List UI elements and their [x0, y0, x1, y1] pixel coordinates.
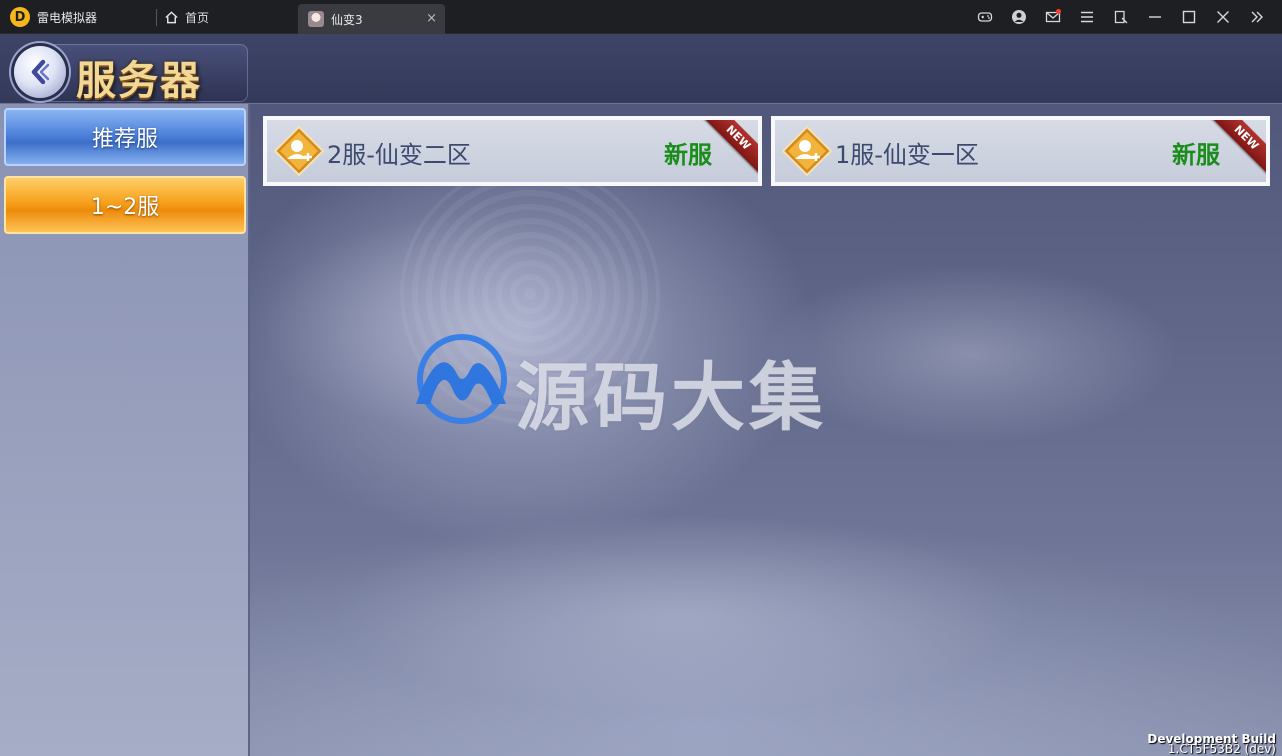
watermark: 源码大集	[410, 332, 870, 441]
resize-icon[interactable]	[1104, 0, 1138, 34]
tab-close-icon[interactable]: ×	[426, 11, 437, 26]
server-avatar-icon	[273, 125, 325, 177]
tab-home-label: 首页	[185, 10, 210, 25]
watermark-logo-icon	[416, 334, 507, 424]
server-group-sidebar: 推荐服 1~2服	[0, 104, 250, 756]
sidebar-item-recommended[interactable]: 推荐服	[4, 108, 246, 166]
maximize-icon[interactable]	[1172, 0, 1206, 34]
build-label: Development Build	[1147, 732, 1276, 746]
watermark-text: 源码大集	[515, 355, 827, 441]
app-logo-icon: D	[10, 7, 30, 27]
server-avatar-icon	[781, 125, 833, 177]
server-card[interactable]: 2服-仙变二区 新服 NEW	[263, 116, 762, 186]
tab-game-label: 仙变3	[331, 12, 363, 27]
tab-game[interactable]: 仙变3 ×	[298, 4, 445, 34]
mail-icon[interactable]	[1036, 0, 1070, 34]
notification-dot	[1056, 9, 1061, 14]
gamepad-icon[interactable]	[968, 0, 1002, 34]
tab-separator	[156, 9, 157, 26]
chevron-left-icon	[31, 59, 50, 85]
close-icon[interactable]	[1206, 0, 1240, 34]
server-status: 新服	[664, 141, 712, 169]
window-controls	[968, 0, 1274, 34]
expand-icon[interactable]	[1240, 0, 1274, 34]
server-name: 1服-仙变一区	[835, 141, 979, 169]
account-icon[interactable]	[1002, 0, 1036, 34]
game-viewport: 服务器 推荐服 1~2服 2服-仙变二区 新服 NEW 1服-仙变一区 新服 N…	[0, 34, 1282, 756]
minimize-icon[interactable]	[1138, 0, 1172, 34]
page-title: 服务器	[76, 57, 202, 104]
sidebar-item-server-range[interactable]: 1~2服	[4, 176, 246, 234]
server-status: 新服	[1172, 141, 1220, 169]
game-app-icon	[308, 11, 324, 27]
app-name: 雷电模拟器	[37, 10, 98, 25]
server-card[interactable]: 1服-仙变一区 新服 NEW	[771, 116, 1270, 186]
menu-icon[interactable]	[1070, 0, 1104, 34]
back-button[interactable]	[14, 46, 66, 98]
background-cloud	[330, 514, 1030, 714]
app-brand[interactable]: D 雷电模拟器	[10, 0, 97, 34]
server-name: 2服-仙变二区	[327, 141, 471, 169]
home-icon	[165, 10, 178, 23]
emulator-titlebar: D 雷电模拟器 首页 仙变3 ×	[0, 0, 1282, 34]
tab-home[interactable]: 首页	[164, 0, 209, 34]
